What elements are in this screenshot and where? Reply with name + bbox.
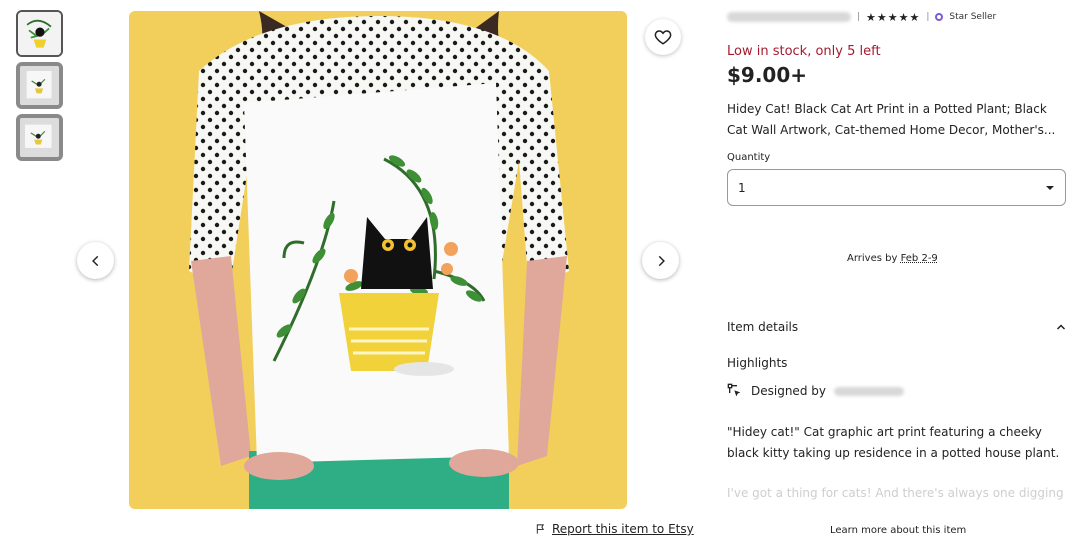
item-details-header[interactable]: Item details [727,320,1067,334]
designed-by-label: Designed by [751,384,826,398]
item-description: "Hidey cat!" Cat graphic art print featu… [727,425,1060,460]
chevron-up-icon [1056,324,1066,330]
previous-image-button[interactable] [77,242,114,279]
rating-stars[interactable]: ★★★★★ [866,11,920,24]
designed-by-row: Designed by [727,383,904,399]
heart-icon [654,30,672,45]
designer-name-blurred [833,386,904,396]
listing-title: Hidey Cat! Black Cat Art Print in a Pott… [727,102,1056,137]
listing-info-panel: | ★★★★★ | Star Seller Low in stock, only… [727,8,1067,206]
shop-name-blurred[interactable] [727,12,851,22]
separator: | [926,12,930,22]
pen-tool-icon [727,383,741,397]
arrives-prefix: Arrives by [847,253,898,264]
arrives-date[interactable]: Feb 2-9 [901,253,938,264]
chevron-left-icon [91,255,98,266]
thumbnail-2[interactable] [16,62,63,109]
main-product-image [129,11,627,509]
item-details-heading: Item details [727,320,799,334]
star-seller-label: Star Seller [949,12,997,22]
price: $9.00+ [727,63,808,87]
chevron-right-icon [658,255,665,266]
highlights-heading: Highlights [727,356,788,370]
quantity-value: 1 [738,180,746,195]
flag-icon [536,524,545,534]
item-description-faded: I've got a thing for cats! And there's a… [727,486,1064,500]
favorite-button[interactable] [645,19,681,55]
report-item-link[interactable]: Report this item to Etsy [535,522,694,536]
star-seller-badge-icon [935,13,944,21]
next-image-button[interactable] [642,242,679,279]
thumbnail-strip [16,10,63,166]
thumbnail-3[interactable] [16,114,63,161]
delivery-estimate: Arrives by Feb 2-9 [847,253,938,264]
seller-row: | ★★★★★ | Star Seller [727,8,1067,26]
stock-notice: Low in stock, only 5 left [727,44,881,59]
report-item-label: Report this item to Etsy [552,522,694,536]
quantity-label: Quantity [727,152,771,163]
quantity-select[interactable]: 1 [727,169,1066,206]
separator: | [857,12,861,22]
thumbnail-1[interactable] [16,10,63,57]
learn-more-button[interactable]: Learn more about this item [830,525,966,536]
caret-down-icon [1046,185,1054,190]
